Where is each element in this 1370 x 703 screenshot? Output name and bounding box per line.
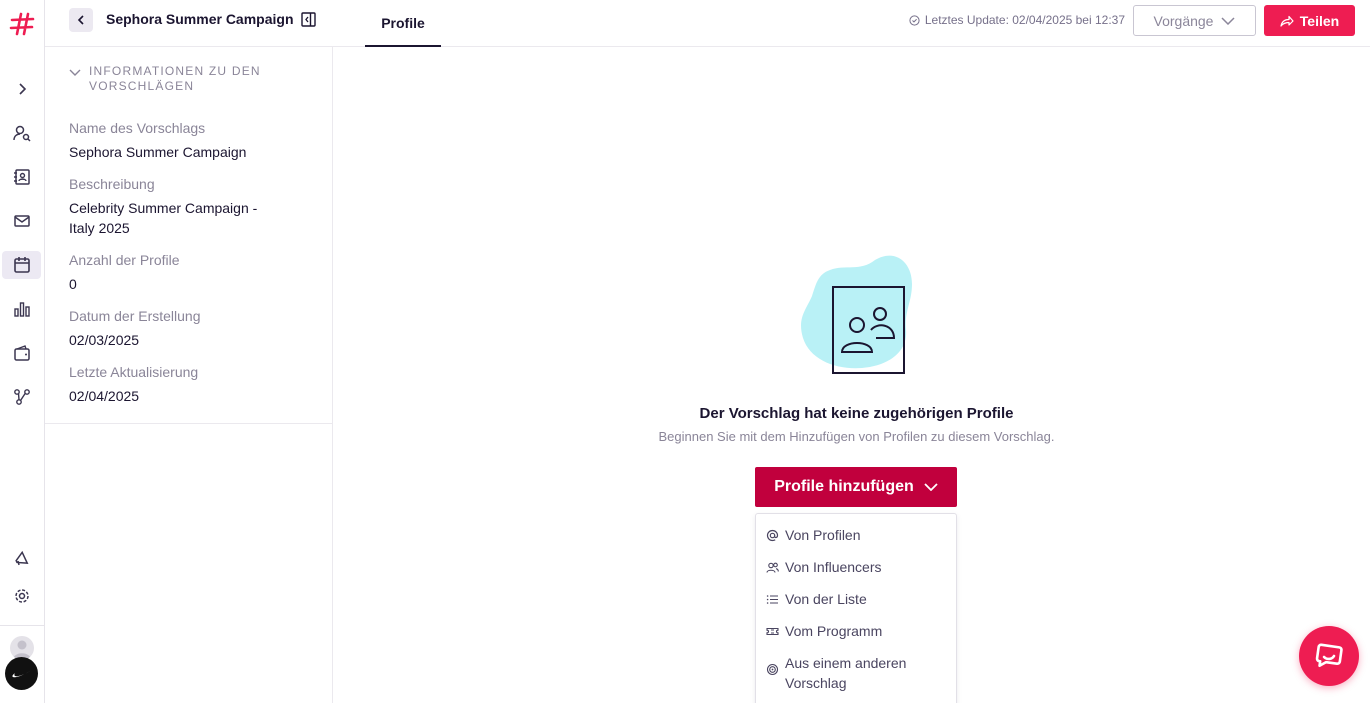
chevron-down-icon — [1221, 16, 1235, 25]
proposal-info-panel: INFORMATIONEN ZU DEN VORSCHLÄGEN Name de… — [45, 47, 333, 703]
menu-item-label: Von Influencers — [785, 559, 882, 575]
top-header: Sephora Summer Campaign Profile Letztes … — [45, 0, 1370, 47]
contacts-book-icon[interactable] — [2, 163, 41, 191]
field-label-name: Name des Vorschlags — [69, 120, 206, 136]
add-profiles-label: Profile hinzufügen — [774, 478, 914, 495]
share-arrow-icon — [1280, 15, 1294, 27]
menu-item-from-profiles[interactable]: Von Profilen — [766, 525, 945, 545]
field-label-created: Datum der Erstellung — [69, 308, 201, 324]
chevron-down-icon — [69, 69, 81, 76]
integrations-icon[interactable] — [2, 383, 41, 411]
calendar-icon[interactable] — [2, 251, 41, 279]
app-root: Sephora Summer Campaign Profile Letztes … — [0, 0, 1370, 703]
chevron-left-icon — [77, 15, 84, 25]
empty-state-subtitle: Beginnen Sie mit dem Hinzufügen von Prof… — [658, 429, 1055, 444]
add-profiles-button[interactable]: Profile hinzufügen — [755, 467, 957, 507]
side-panel-toggle-icon[interactable] — [301, 12, 316, 27]
add-profiles-menu: Von Profilen Von Influencers Von der Lis… — [755, 513, 957, 703]
menu-item-from-list[interactable]: Von der Liste — [766, 589, 945, 609]
bar-chart-icon[interactable] — [2, 295, 41, 323]
processes-dropdown-button[interactable]: Vorgänge — [1133, 5, 1256, 36]
field-label-description: Beschreibung — [69, 176, 155, 192]
mail-icon[interactable] — [2, 207, 41, 235]
ticket-icon — [766, 627, 779, 636]
field-value-profile-count: 0 — [69, 276, 77, 292]
info-section-toggle[interactable]: INFORMATIONEN ZU DEN VORSCHLÄGEN — [69, 64, 279, 94]
menu-item-from-other-proposal[interactable]: Aus einem anderen Vorschlag — [766, 653, 945, 693]
search-user-icon[interactable] — [2, 119, 41, 147]
field-value-updated: 02/04/2025 — [69, 388, 140, 404]
users-icon — [766, 562, 779, 573]
empty-profiles-illustration — [801, 255, 912, 374]
last-update-text: Letztes Update: 02/04/2025 bei 12:37 — [924, 13, 1125, 27]
list-icon — [766, 595, 778, 604]
brand-swoosh-logo[interactable] — [5, 657, 38, 690]
help-chat-button[interactable] — [1299, 626, 1359, 686]
chat-help-icon — [1315, 643, 1343, 668]
hashtag-logo-icon[interactable] — [8, 10, 36, 38]
field-label-profile-count: Anzahl der Profile — [69, 252, 180, 268]
share-button[interactable]: Teilen — [1264, 5, 1355, 36]
menu-item-label: Von Profilen — [785, 527, 861, 543]
field-value-name: Sephora Summer Campaign — [69, 144, 247, 160]
field-value-created: 02/03/2025 — [69, 332, 140, 348]
proposal-info-section: INFORMATIONEN ZU DEN VORSCHLÄGEN Name de… — [45, 47, 332, 424]
menu-item-from-program[interactable]: Vom Programm — [766, 621, 945, 641]
menu-item-label: Vom Programm — [785, 623, 883, 639]
target-icon — [766, 663, 779, 676]
megaphone-icon[interactable] — [2, 545, 41, 573]
processes-label: Vorgänge — [1153, 12, 1214, 29]
wallet-icon[interactable] — [2, 339, 41, 367]
back-button[interactable] — [69, 8, 93, 32]
expand-chevron-icon[interactable] — [2, 75, 41, 103]
chevron-down-icon — [924, 483, 938, 491]
menu-item-label: Von der Liste — [785, 591, 867, 607]
left-rail — [0, 0, 45, 703]
info-section-title: INFORMATIONEN ZU DEN VORSCHLÄGEN — [89, 64, 261, 93]
field-value-description: Celebrity Summer Campaign - Italy 2025 — [69, 200, 258, 236]
menu-item-from-influencers[interactable]: Von Influencers — [766, 557, 945, 577]
empty-state-title: Der Vorschlag hat keine zugehörigen Prof… — [699, 405, 1014, 422]
clock-check-icon — [909, 14, 920, 26]
rail-divider — [0, 625, 44, 626]
settings-gear-icon[interactable] — [2, 582, 41, 610]
main-content: Der Vorschlag hat keine zugehörigen Prof… — [333, 47, 1370, 703]
tab-profile[interactable]: Profile — [365, 0, 441, 47]
page-title: Sephora Summer Campaign — [106, 11, 294, 27]
at-icon — [766, 529, 779, 542]
field-label-updated: Letzte Aktualisierung — [69, 364, 199, 380]
menu-item-label: Aus einem anderen Vorschlag — [785, 655, 907, 691]
share-label: Teilen — [1299, 12, 1340, 29]
last-update-status: Letztes Update: 02/04/2025 bei 12:37 — [909, 13, 1125, 27]
